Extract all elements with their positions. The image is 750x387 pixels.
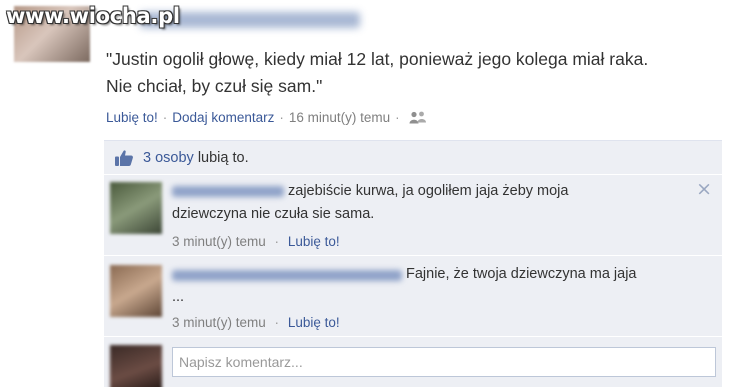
post-text: "Justin ogolił głowę, kiedy miał 12 lat,… [106, 46, 736, 100]
comment-like-link[interactable]: Lubię to! [288, 234, 340, 249]
comment-text: dziewczyna nie czuła sie sama. [172, 203, 672, 226]
like-link[interactable]: Lubię to! [106, 110, 158, 125]
comment-text: ... [172, 286, 272, 309]
likers-link[interactable]: 3 osoby [143, 150, 194, 166]
comment-text: zajebiście kurwa, ja ogoliłem jaja żeby … [288, 180, 688, 203]
likes-summary: 3 osoby lubią to. [104, 141, 722, 175]
comment-meta: 3 minut(y) temu · Lubię to! [172, 315, 340, 330]
post-timestamp[interactable]: 16 minut(y) temu [289, 110, 390, 125]
watermark: www.wiocha.pl [6, 4, 180, 28]
separator: · [274, 315, 280, 330]
post-text-line: "Justin ogolił głowę, kiedy miał 12 lat,… [106, 49, 649, 69]
comment-timestamp[interactable]: 3 minut(y) temu [172, 315, 266, 330]
comments-section: 3 osoby lubią to. zajebiście kurwa, ja o… [104, 140, 722, 387]
compose-row [104, 339, 722, 387]
add-comment-link[interactable]: Dodaj komentarz [172, 110, 274, 125]
comment-item: zajebiście kurwa, ja ogoliłem jaja żeby … [104, 176, 722, 256]
comment-text: Fajnie, że twoja dziewczyna ma jaja [406, 263, 706, 286]
separator: · [279, 110, 284, 125]
post-text-line: Nie chciał, by czuł się sam." [106, 76, 323, 96]
commenter-avatar[interactable] [110, 265, 162, 317]
comment-input[interactable] [172, 347, 716, 377]
comment-text-line: Fajnie, że twoja dziewczyna ma jaja [406, 266, 637, 282]
comment-meta: 3 minut(y) temu · Lubię to! [172, 234, 340, 249]
separator: · [162, 110, 168, 125]
comment-item: Fajnie, że twoja dziewczyna ma jaja ... … [104, 257, 722, 337]
comment-text-line: zajebiście kurwa, ja ogoliłem jaja żeby … [288, 183, 569, 199]
comment-timestamp[interactable]: 3 minut(y) temu [172, 234, 266, 249]
post-actions: Lubię to! · Dodaj komentarz · 16 minut(y… [106, 110, 427, 125]
comment-text-line: ... [172, 289, 185, 305]
separator: · [395, 110, 400, 125]
commenter-name-blurred [172, 186, 284, 197]
comment-text-line: dziewczyna nie czuła sie sama. [172, 206, 375, 222]
close-icon[interactable]: × [696, 178, 712, 200]
commenter-name-blurred [172, 270, 402, 281]
user-avatar [110, 345, 162, 387]
comment-like-link[interactable]: Lubię to! [288, 315, 340, 330]
audience-icon[interactable] [409, 111, 427, 124]
likes-text: lubią to. [193, 149, 249, 166]
separator: · [274, 234, 280, 249]
thumbs-up-icon [115, 149, 133, 166]
commenter-avatar[interactable] [110, 182, 162, 234]
